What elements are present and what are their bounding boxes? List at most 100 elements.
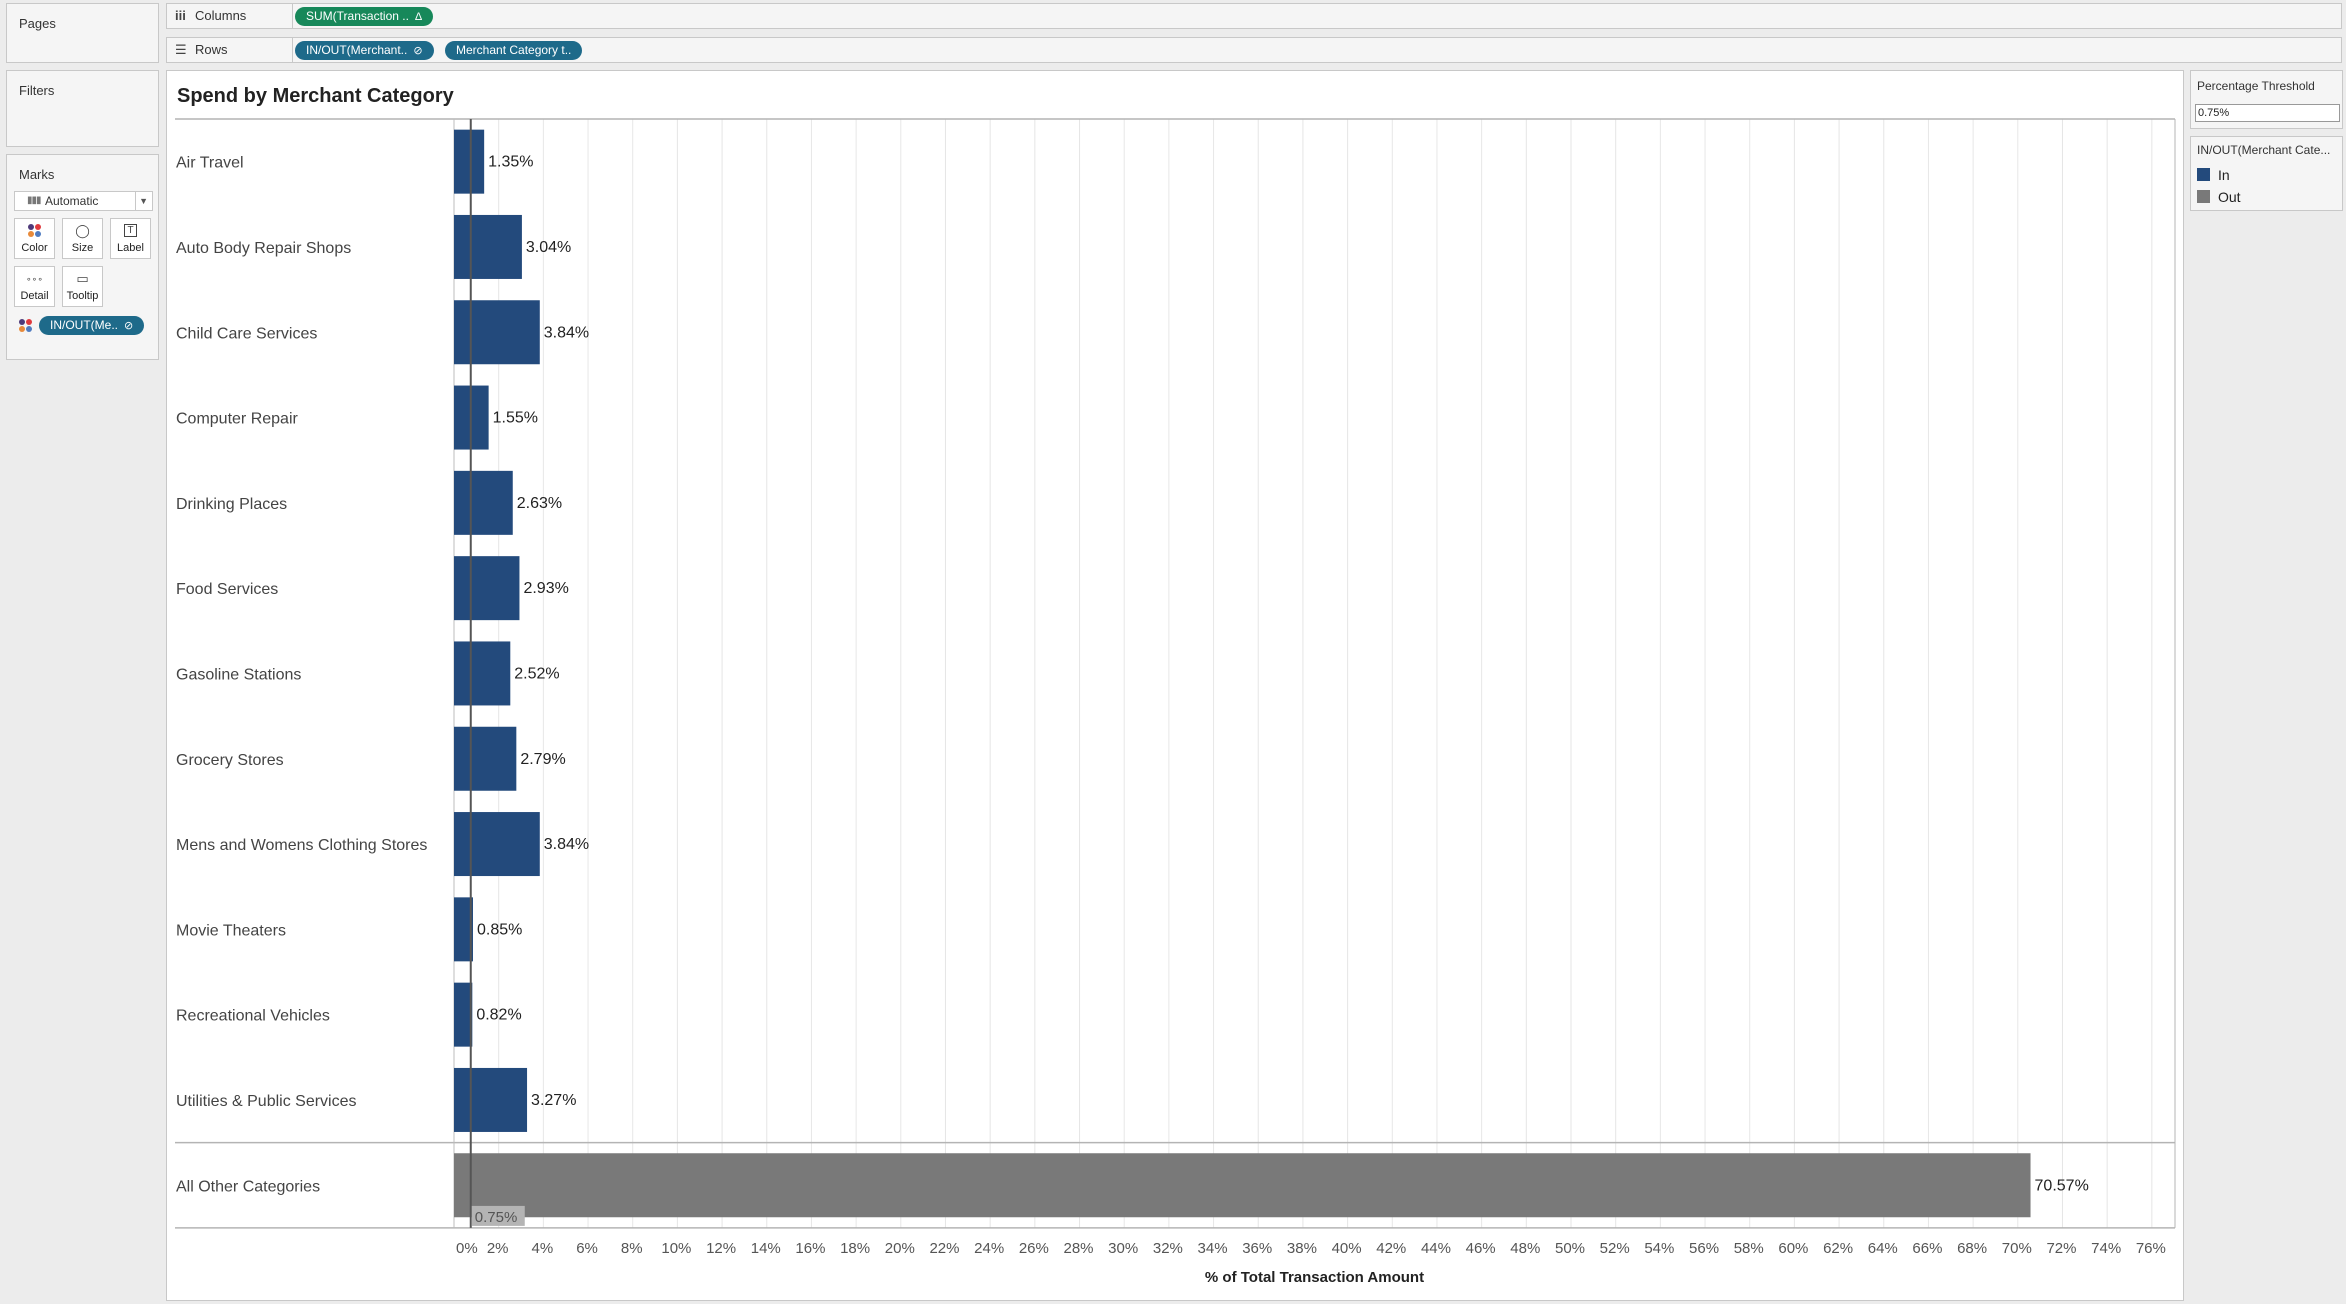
marks-title: Marks xyxy=(19,167,55,182)
x-tick-label: 74% xyxy=(2091,1240,2121,1257)
x-tick-label: 72% xyxy=(2046,1240,2076,1257)
x-tick-label: 0% xyxy=(456,1240,478,1257)
x-tick-label: 32% xyxy=(1153,1240,1183,1257)
columns-label: Columns xyxy=(195,8,247,23)
legend-label-in: In xyxy=(2218,167,2230,183)
data-label: 2.93% xyxy=(523,580,568,597)
bar-chart: Air Travel 1.35% Auto Body Repair Shops 3.0… xyxy=(175,118,2176,1286)
rows-pill-in-out[interactable]: IN/OUT(Merchant.. ⊘ xyxy=(295,41,434,60)
x-tick-label: 70% xyxy=(2002,1240,2032,1257)
x-tick-label: 16% xyxy=(795,1240,825,1257)
detail-icon: ∘∘∘ xyxy=(26,274,43,284)
rows-pill-merchant-category[interactable]: Merchant Category t.. xyxy=(445,41,583,60)
pages-card[interactable]: Pages xyxy=(6,3,159,63)
rows-shelf[interactable]: ☰ Rows IN/OUT(Merchant.. ⊘ Merchant Categ… xyxy=(166,37,2342,63)
category-label: Drinking Places xyxy=(176,496,287,513)
rows-label: Rows xyxy=(195,42,228,57)
x-tick-label: 62% xyxy=(1823,1240,1853,1257)
filters-title: Filters xyxy=(19,83,55,98)
dropdown-separator xyxy=(135,192,136,210)
data-label: 1.35% xyxy=(488,154,533,171)
x-tick-label: 60% xyxy=(1778,1240,1808,1257)
data-label: 2.52% xyxy=(514,665,559,682)
color-field-pill-label: IN/OUT(Me.. xyxy=(50,318,118,332)
category-label: Grocery Stores xyxy=(176,752,284,769)
legend-label-out: Out xyxy=(2218,189,2241,205)
detail-button[interactable]: ∘∘∘ Detail xyxy=(14,266,55,307)
bar xyxy=(454,556,520,621)
x-tick-label: 4% xyxy=(532,1240,554,1257)
x-tick-label: 58% xyxy=(1734,1240,1764,1257)
marks-card: Marks ▮▮▮ Automatic ▼ Color ◯ Size T Lab… xyxy=(6,154,159,360)
data-label: 70.57% xyxy=(2035,1177,2089,1194)
pill-label: Merchant Category t.. xyxy=(456,43,572,57)
category-label: Mens and Womens Clothing Stores xyxy=(176,837,427,854)
mark-type-dropdown[interactable]: ▮▮▮ Automatic ▼ xyxy=(14,191,153,211)
x-tick-label: 38% xyxy=(1287,1240,1317,1257)
x-tick-label: 2% xyxy=(487,1240,509,1257)
reference-line-label: 0.75% xyxy=(475,1209,518,1226)
data-label: 2.63% xyxy=(517,495,562,512)
color-field-pill[interactable]: IN/OUT(Me.. ⊘ xyxy=(39,316,145,335)
x-tick-label: 68% xyxy=(1957,1240,1987,1257)
data-label: 0.82% xyxy=(476,1007,521,1024)
mark-type-label: Automatic xyxy=(45,194,99,208)
category-label: Air Travel xyxy=(176,155,244,172)
bar xyxy=(454,214,522,279)
legend-item-out[interactable]: Out xyxy=(2197,189,2241,205)
size-button-label: Size xyxy=(71,242,94,254)
x-tick-label: 46% xyxy=(1466,1240,1496,1257)
x-tick-label: 14% xyxy=(751,1240,781,1257)
parameter-card: Percentage Threshold 0.75% xyxy=(2190,70,2343,129)
filters-card[interactable]: Filters xyxy=(6,70,159,147)
legend-item-in[interactable]: In xyxy=(2197,167,2230,183)
data-label: 3.27% xyxy=(531,1092,576,1109)
set-icon: ⊘ xyxy=(124,320,134,332)
tooltip-icon: ▭ xyxy=(76,271,89,286)
legend-title: IN/OUT(Merchant Cate... xyxy=(2197,143,2331,157)
size-icon: ◯ xyxy=(75,223,90,238)
x-tick-label: 22% xyxy=(929,1240,959,1257)
x-tick-label: 42% xyxy=(1376,1240,1406,1257)
label-button[interactable]: T Label xyxy=(110,218,151,259)
x-axis-title: % of Total Transaction Amount xyxy=(1205,1269,1424,1286)
columns-shelf[interactable]: iii Columns SUM(Transaction .. Δ xyxy=(166,3,2342,29)
bar xyxy=(454,300,540,365)
bar xyxy=(454,726,517,791)
category-label: Movie Theaters xyxy=(176,922,286,939)
x-tick-label: 18% xyxy=(840,1240,870,1257)
label-button-label: Label xyxy=(117,242,144,254)
bar xyxy=(454,982,473,1047)
columns-icon: iii xyxy=(175,8,186,23)
x-tick-label: 52% xyxy=(1600,1240,1630,1257)
size-button[interactable]: ◯ Size xyxy=(62,218,103,259)
x-tick-label: 10% xyxy=(661,1240,691,1257)
x-tick-label: 8% xyxy=(621,1240,643,1257)
bar xyxy=(454,129,485,194)
x-tick-label: 54% xyxy=(1644,1240,1674,1257)
percentage-threshold-input[interactable]: 0.75% xyxy=(2195,104,2340,122)
category-label: Recreational Vehicles xyxy=(176,1008,330,1025)
x-tick-label: 64% xyxy=(1868,1240,1898,1257)
x-tick-label: 48% xyxy=(1510,1240,1540,1257)
x-tick-label: 28% xyxy=(1064,1240,1094,1257)
x-tick-label: 56% xyxy=(1689,1240,1719,1257)
x-tick-label: 34% xyxy=(1198,1240,1228,1257)
color-button[interactable]: Color xyxy=(14,218,55,259)
bar-chart-icon: ▮▮▮ xyxy=(27,195,41,206)
columns-pill-sum-transaction[interactable]: SUM(Transaction .. Δ xyxy=(295,7,434,26)
tooltip-button[interactable]: ▭ Tooltip xyxy=(62,266,103,307)
category-label: All Other Categories xyxy=(176,1178,320,1195)
legend-swatch-out xyxy=(2197,190,2210,203)
x-tick-label: 24% xyxy=(974,1240,1004,1257)
x-tick-label: 26% xyxy=(1019,1240,1049,1257)
label-icon: T xyxy=(111,219,150,241)
category-label: Utilities & Public Services xyxy=(176,1093,357,1110)
category-label: Food Services xyxy=(176,581,278,598)
x-tick-label: 66% xyxy=(1912,1240,1942,1257)
bar xyxy=(454,470,513,535)
x-tick-label: 50% xyxy=(1555,1240,1585,1257)
data-label: 2.79% xyxy=(520,751,565,768)
category-label: Gasoline Stations xyxy=(176,666,301,683)
x-tick-label: 40% xyxy=(1332,1240,1362,1257)
